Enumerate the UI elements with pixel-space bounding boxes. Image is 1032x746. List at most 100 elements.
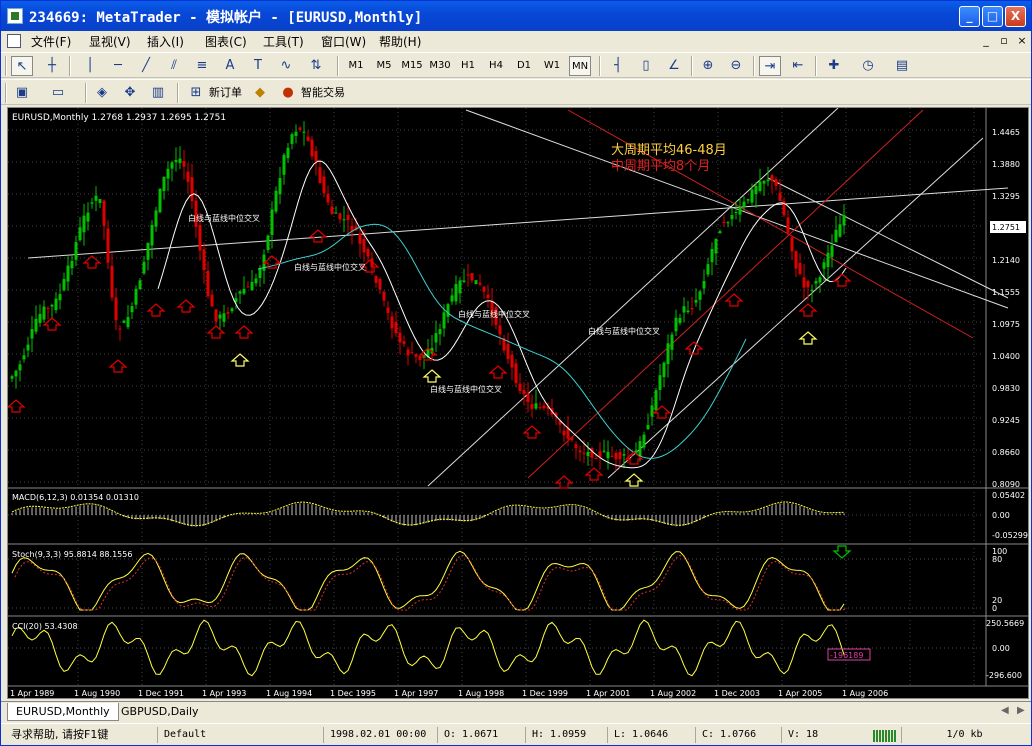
fractal-arrows bbox=[8, 229, 852, 559]
vertical-line-icon[interactable]: │ bbox=[79, 56, 101, 76]
toolbar-grip[interactable] bbox=[5, 83, 7, 103]
candle-body bbox=[670, 334, 674, 350]
tabs-scroll-left-icon[interactable]: ◀ bbox=[1001, 705, 1009, 716]
expert-advisors-button[interactable]: 智能交易 bbox=[301, 84, 345, 100]
navigator-icon[interactable]: ✥ bbox=[119, 83, 141, 103]
candle-body bbox=[462, 280, 466, 282]
candle-body bbox=[274, 190, 278, 212]
expert-advisors-icon[interactable]: ● bbox=[277, 83, 299, 103]
candle-body bbox=[26, 344, 30, 351]
menu-insert[interactable]: 插入(I) bbox=[147, 33, 184, 50]
crosshair-icon[interactable]: ┼ bbox=[41, 56, 63, 76]
title-bar[interactable]: 234669: MetaTrader - 模拟帐户 - [EURUSD,Mont… bbox=[1, 1, 1031, 31]
price-axis: 1.4465 1.3880 1.3295 1.2751 1.2140 1.155… bbox=[990, 128, 1026, 489]
candle-body bbox=[58, 294, 62, 301]
candle-body bbox=[118, 328, 122, 330]
tab-gbpusd-daily[interactable]: GBPUSD,Daily bbox=[113, 703, 207, 721]
new-chart-icon[interactable]: ▣ bbox=[11, 83, 33, 103]
menu-chart[interactable]: 图表(C) bbox=[205, 33, 247, 50]
candle-body bbox=[202, 249, 206, 271]
chart-window[interactable]: EURUSD,Monthly 1.2768 1.2937 1.2695 1.27… bbox=[7, 107, 1029, 699]
candle-body bbox=[802, 277, 806, 288]
candle-body bbox=[666, 343, 670, 365]
equidistant-channel-icon[interactable]: ⫽ bbox=[163, 56, 185, 76]
candle-body bbox=[814, 280, 818, 284]
cci-label: CCI(20) 53.4308 bbox=[12, 622, 78, 631]
time-label: 1 Apr 2005 bbox=[778, 689, 822, 698]
chart-canvas[interactable]: EURUSD,Monthly 1.2768 1.2937 1.2695 1.27… bbox=[8, 108, 1028, 698]
tab-eurusd-monthly[interactable]: EURUSD,Monthly bbox=[7, 703, 119, 721]
candle-body bbox=[254, 278, 258, 284]
fractal-arrow bbox=[422, 369, 442, 383]
toolbar-grip[interactable] bbox=[5, 56, 7, 76]
menu-view[interactable]: 显视(V) bbox=[89, 33, 131, 50]
timeframe-m1[interactable]: M1 bbox=[345, 56, 367, 76]
mdi-close-button[interactable]: × bbox=[1015, 34, 1029, 48]
tabs-scroll-right-icon[interactable]: ▶ bbox=[1017, 705, 1025, 716]
candle-body bbox=[82, 215, 86, 233]
bar-chart-icon[interactable]: ┤ bbox=[607, 56, 629, 76]
candle-body bbox=[770, 175, 774, 181]
timeframe-d1[interactable]: D1 bbox=[513, 56, 535, 76]
status-profile[interactable]: Default bbox=[157, 727, 321, 743]
candle-body bbox=[346, 214, 350, 221]
cursor-icon[interactable]: ↖ bbox=[11, 56, 33, 76]
timeframe-m5[interactable]: M5 bbox=[373, 56, 395, 76]
text-icon[interactable]: A bbox=[219, 56, 241, 76]
close-button[interactable]: X bbox=[1005, 6, 1026, 27]
mdi-restore-button[interactable]: ▫ bbox=[997, 34, 1011, 48]
candle-body bbox=[18, 364, 22, 371]
chart-tabs: EURUSD,Monthly GBPUSD,Daily ◀ ▶ bbox=[1, 701, 1031, 721]
standard-toolbar: ▣ ▭ ◈ ✥ ▥ ⊞ 新订单 ◆ ● 智能交易 bbox=[1, 79, 1031, 105]
periods-clock-icon[interactable]: ◷ bbox=[857, 56, 879, 76]
mdi-minimize-button[interactable]: _ bbox=[979, 34, 993, 48]
candle-body bbox=[758, 181, 762, 192]
timeframe-h1[interactable]: H1 bbox=[457, 56, 479, 76]
candle-body bbox=[434, 333, 438, 343]
menu-tools[interactable]: 工具(T) bbox=[263, 33, 304, 50]
minimize-button[interactable]: _ bbox=[959, 6, 980, 27]
menu-window[interactable]: 窗口(W) bbox=[321, 33, 366, 50]
elliott-wave-icon[interactable]: ∿ bbox=[275, 56, 297, 76]
candle-body bbox=[154, 210, 158, 227]
candle-body bbox=[838, 224, 842, 237]
timeframe-w1[interactable]: W1 bbox=[541, 56, 563, 76]
fibonacci-icon[interactable]: ≡ bbox=[191, 56, 213, 76]
templates-icon[interactable]: ▤ bbox=[891, 56, 913, 76]
candle-body bbox=[158, 188, 162, 213]
candle-body bbox=[378, 278, 382, 290]
text-label-icon[interactable]: T bbox=[247, 56, 269, 76]
new-order-icon[interactable]: ⊞ bbox=[185, 83, 207, 103]
candle-body bbox=[362, 238, 366, 253]
menu-file[interactable]: 文件(F) bbox=[31, 33, 71, 50]
candlestick-icon[interactable]: ▯ bbox=[635, 56, 657, 76]
candle-body bbox=[318, 167, 322, 184]
menu-help[interactable]: 帮助(H) bbox=[379, 33, 421, 50]
zoom-out-icon[interactable]: ⊖ bbox=[725, 56, 747, 76]
line-chart-icon[interactable]: ∠ bbox=[663, 56, 685, 76]
auto-scroll-icon[interactable]: ⇥ bbox=[759, 56, 781, 76]
document-icon[interactable] bbox=[7, 34, 21, 48]
cross-label: 白线与蓝线中位交叉 bbox=[458, 309, 530, 319]
trend-line-icon[interactable]: ╱ bbox=[135, 56, 157, 76]
indicators-icon[interactable]: ✚ bbox=[823, 56, 845, 76]
channel-lines bbox=[27, 108, 1009, 487]
profiles-icon[interactable]: ▭ bbox=[47, 83, 69, 103]
metaeditor-icon[interactable]: ◆ bbox=[249, 83, 271, 103]
maximize-button[interactable]: □ bbox=[982, 6, 1003, 27]
zoom-in-icon[interactable]: ⊕ bbox=[697, 56, 719, 76]
horizontal-line-icon[interactable]: ─ bbox=[107, 56, 129, 76]
timeframe-mn[interactable]: MN bbox=[569, 56, 591, 76]
timeframe-m30[interactable]: M30 bbox=[429, 56, 451, 76]
timeframe-h4[interactable]: H4 bbox=[485, 56, 507, 76]
price-tick: 1.3295 bbox=[992, 192, 1020, 201]
chart-shift-icon[interactable]: ⇤ bbox=[787, 56, 809, 76]
timeframe-m15[interactable]: M15 bbox=[401, 56, 423, 76]
channel-line bbox=[607, 137, 984, 479]
terminal-icon[interactable]: ▥ bbox=[147, 83, 169, 103]
arrows-icon[interactable]: ⇅ bbox=[305, 56, 327, 76]
market-watch-icon[interactable]: ◈ bbox=[91, 83, 113, 103]
candle-body bbox=[690, 308, 694, 310]
candle-body bbox=[526, 393, 530, 403]
new-order-button[interactable]: 新订单 bbox=[209, 84, 242, 100]
